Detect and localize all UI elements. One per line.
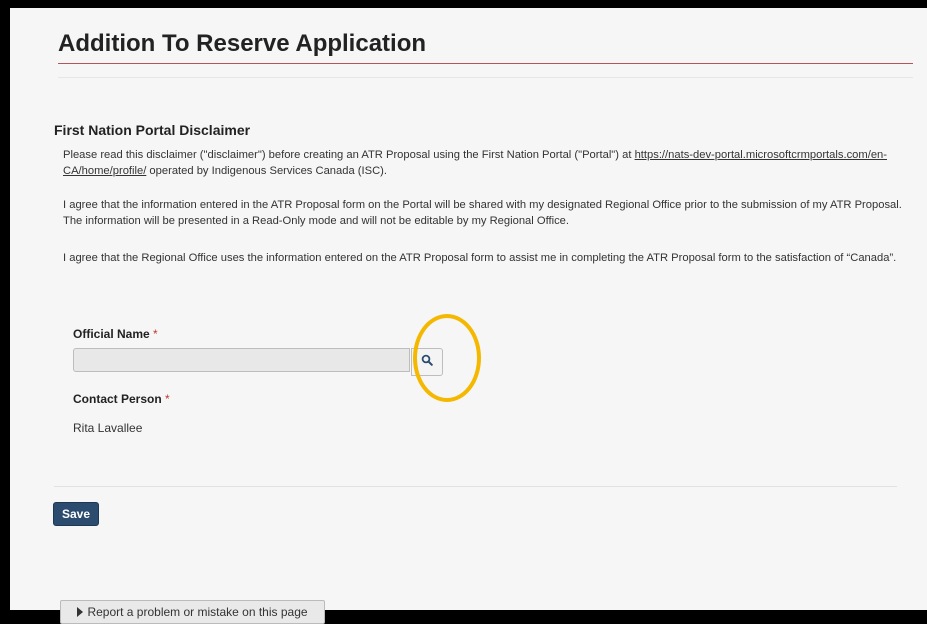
disclaimer-paragraph-2: I agree that the information entered in … [63,199,902,227]
page-title: Addition To Reserve Application [58,30,427,57]
official-name-label-text: Official Name [73,327,150,341]
caret-right-icon [77,607,84,617]
official-name-search-button[interactable] [411,348,443,376]
official-name-input[interactable] [73,348,410,372]
contact-person-label: Contact Person * [73,392,170,406]
required-marker: * [153,327,158,341]
contact-person-value: Rita Lavallee [73,421,143,435]
disclaimer-p1-text-after: operated by Indigenous Services Canada (… [146,165,387,177]
contact-person-label-text: Contact Person [73,392,162,406]
page-container: Addition To Reserve Application First Na… [10,8,927,624]
required-marker: * [165,392,170,406]
disclaimer-paragraph-3: I agree that the Regional Office uses th… [63,252,897,264]
form-divider [54,486,897,487]
title-divider [58,63,913,64]
report-problem-label: Report a problem or mistake on this page [87,605,308,619]
official-name-label: Official Name * [73,327,158,341]
disclaimer-p1-text-before: Please read this disclaimer ("disclaimer… [63,149,635,161]
title-divider-secondary [58,77,913,78]
disclaimer-heading: First Nation Portal Disclaimer [54,122,251,138]
report-problem-button[interactable]: Report a problem or mistake on this page [60,600,325,624]
disclaimer-paragraph-1: Please read this disclaimer ("disclaimer… [63,147,909,179]
save-button[interactable]: Save [53,502,99,526]
search-icon [421,353,433,371]
